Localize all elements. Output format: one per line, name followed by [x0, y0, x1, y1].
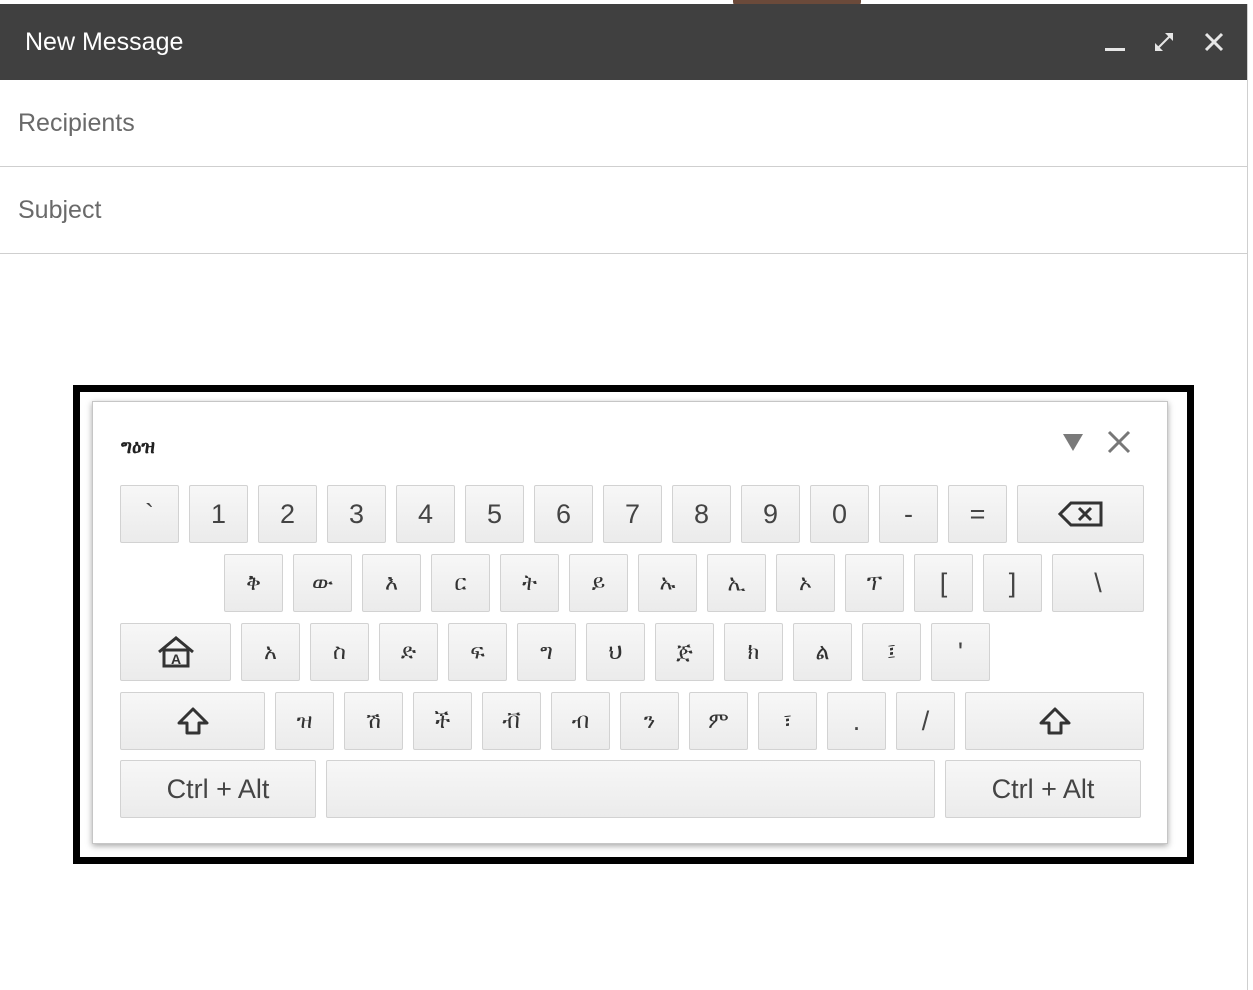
key[interactable]: [ — [914, 554, 973, 612]
key[interactable]: ል — [793, 623, 852, 681]
virtual-keyboard: ግዕዝ ` 1 2 3 4 5 6 7 8 9 0- = ቅ ው እ ር ት ይ ኡ ኢ ኦ ፕ[] \ A አ ስ ድ ፍ ግ ህ ጅ ክ ል… — [92, 401, 1168, 844]
key[interactable]: ም — [689, 692, 748, 750]
key[interactable]: 7 — [603, 485, 662, 543]
key[interactable]: . — [827, 692, 886, 750]
ctrl-alt-key[interactable]: Ctrl + Alt — [120, 760, 316, 818]
shift-key[interactable] — [965, 692, 1144, 750]
recipients-input[interactable] — [18, 80, 1218, 166]
shift-key[interactable] — [120, 692, 265, 750]
home-key[interactable]: A — [120, 623, 231, 681]
ctrl-alt-key[interactable]: Ctrl + Alt — [945, 760, 1141, 818]
key[interactable]: ` — [120, 485, 179, 543]
key[interactable]: ት — [500, 554, 559, 612]
key[interactable]: ር — [431, 554, 490, 612]
compose-title-bar: New Message — [0, 4, 1247, 80]
key[interactable]: ሽ — [344, 692, 403, 750]
key[interactable]: አ — [241, 623, 300, 681]
close-icon — [1204, 32, 1224, 52]
key[interactable]: ን — [620, 692, 679, 750]
key[interactable]: ች — [413, 692, 472, 750]
key[interactable]: ስ — [310, 623, 369, 681]
key[interactable]: ግ — [517, 623, 576, 681]
dropdown-triangle-icon — [1063, 434, 1083, 451]
key[interactable]: = — [948, 485, 1007, 543]
key[interactable]: ቭ — [482, 692, 541, 750]
key[interactable]: 9 — [741, 485, 800, 543]
close-button[interactable] — [1197, 22, 1231, 62]
shift-icon — [177, 707, 208, 735]
key[interactable]: ክ — [724, 623, 783, 681]
key[interactable]: ኡ — [638, 554, 697, 612]
expand-button[interactable] — [1147, 22, 1181, 62]
key[interactable]: ] — [983, 554, 1042, 612]
space-key[interactable] — [326, 760, 935, 818]
key[interactable]: ፕ — [845, 554, 904, 612]
keyboard-menu-button[interactable] — [1055, 424, 1091, 460]
key[interactable]: 2 — [258, 485, 317, 543]
shift-icon — [1039, 707, 1070, 735]
backspace-key[interactable] — [1017, 485, 1144, 543]
close-icon — [1107, 430, 1131, 454]
key[interactable]: ፣ — [758, 692, 817, 750]
key[interactable]: 5 — [465, 485, 524, 543]
key[interactable]: ህ — [586, 623, 645, 681]
home-icon: A — [157, 636, 194, 668]
expand-icon — [1155, 33, 1173, 51]
keyboard-close-button[interactable] — [1101, 424, 1137, 460]
key[interactable]: / — [896, 692, 955, 750]
key[interactable]: ይ — [569, 554, 628, 612]
subject-input[interactable] — [18, 167, 1218, 253]
key[interactable]: እ — [362, 554, 421, 612]
key[interactable]: ፤ — [862, 623, 921, 681]
key[interactable]: ' — [931, 623, 990, 681]
keyboard-title: ግዕዝ — [121, 436, 156, 458]
svg-text:A: A — [170, 651, 180, 667]
key[interactable]: 3 — [327, 485, 386, 543]
minimize-icon — [1105, 48, 1125, 51]
key[interactable]: ው — [293, 554, 352, 612]
minimize-button[interactable] — [1098, 22, 1132, 62]
key[interactable]: 1 — [189, 485, 248, 543]
key[interactable]: ኦ — [776, 554, 835, 612]
key[interactable]: 8 — [672, 485, 731, 543]
key[interactable]: 0 — [810, 485, 869, 543]
key[interactable]: ፍ — [448, 623, 507, 681]
key[interactable]: - — [879, 485, 938, 543]
key[interactable]: ድ — [379, 623, 438, 681]
key[interactable]: \ — [1052, 554, 1144, 612]
backspace-icon — [1057, 501, 1102, 527]
subject-row — [0, 167, 1247, 254]
compose-title: New Message — [25, 28, 184, 56]
key[interactable]: ቅ — [224, 554, 283, 612]
recipients-row — [0, 80, 1247, 167]
key[interactable]: ዝ — [275, 692, 334, 750]
key[interactable]: 4 — [396, 485, 455, 543]
key[interactable]: ብ — [551, 692, 610, 750]
key[interactable]: ኢ — [707, 554, 766, 612]
key[interactable]: 6 — [534, 485, 593, 543]
key[interactable]: ጅ — [655, 623, 714, 681]
